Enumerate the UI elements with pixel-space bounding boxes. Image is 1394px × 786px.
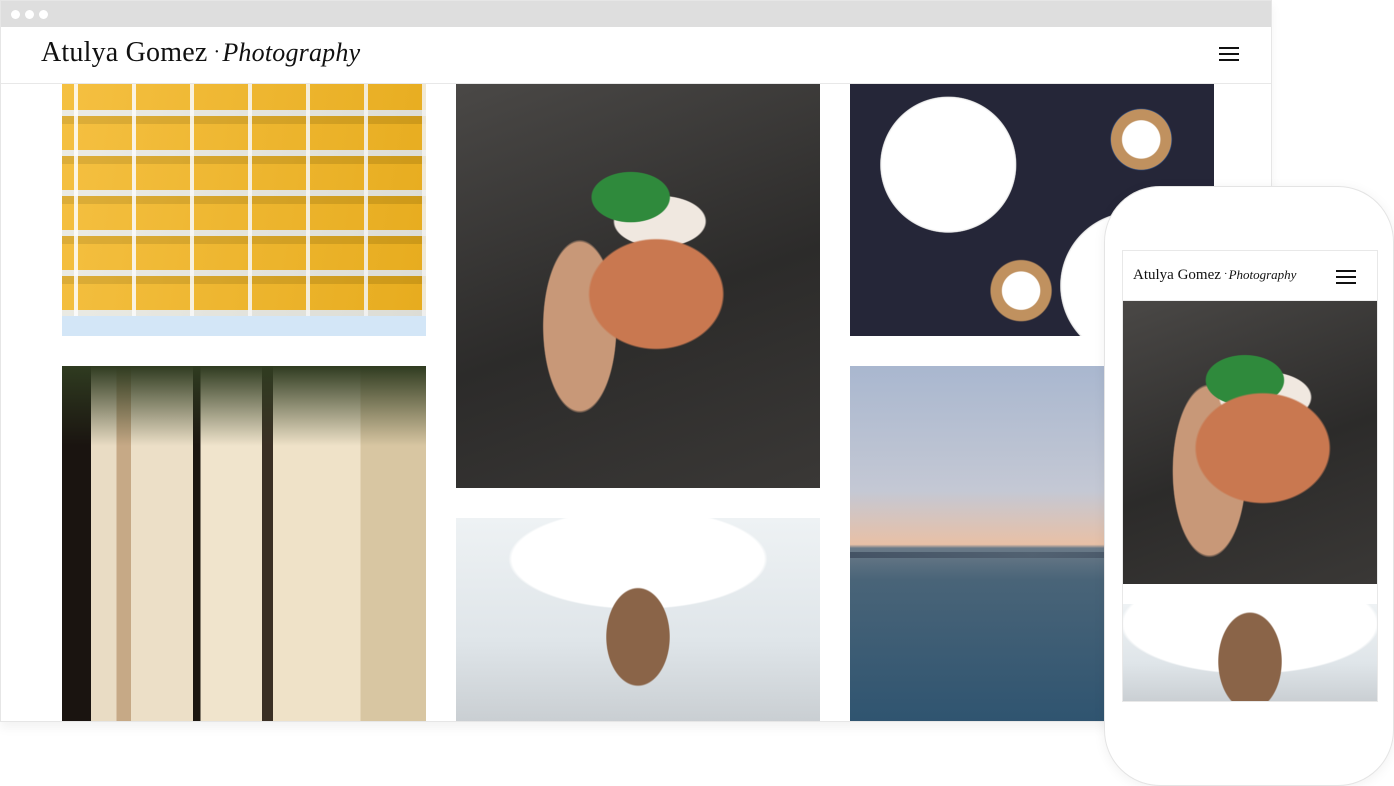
- gallery-photo-drink[interactable]: [456, 84, 820, 488]
- site-brand[interactable]: Atulya Gomez ·Photography: [41, 37, 360, 69]
- gallery-photo-building[interactable]: [62, 84, 426, 336]
- mobile-brand-separator: ·: [1223, 268, 1228, 280]
- window-control-dot[interactable]: [39, 10, 48, 19]
- mobile-site-header: Atulya Gomez ·Photography: [1123, 251, 1377, 301]
- mobile-gallery-photo-drink[interactable]: [1123, 301, 1377, 584]
- mobile-gallery-photo-girl[interactable]: [1123, 604, 1377, 701]
- brand-subtitle: Photography: [222, 38, 361, 67]
- brand-separator: ·: [213, 41, 221, 63]
- mobile-screen: Atulya Gomez ·Photography: [1122, 250, 1378, 702]
- mobile-hamburger-menu-icon[interactable]: [1334, 267, 1358, 285]
- window-control-dot[interactable]: [25, 10, 34, 19]
- hamburger-menu-icon[interactable]: [1215, 43, 1243, 67]
- brand-name: Atulya Gomez: [41, 37, 208, 68]
- gallery-photo-books[interactable]: [62, 366, 426, 721]
- window-control-dot[interactable]: [11, 10, 20, 19]
- desktop-browser-window: Atulya Gomez ·Photography: [0, 0, 1272, 722]
- mobile-site-brand[interactable]: Atulya Gomez ·Photography: [1133, 267, 1296, 284]
- mobile-brand-subtitle: Photography: [1228, 267, 1297, 282]
- gallery-photo-girl[interactable]: [456, 518, 820, 721]
- mobile-brand-name: Atulya Gomez: [1133, 267, 1221, 283]
- browser-titlebar: [1, 1, 1271, 27]
- site-header: Atulya Gomez ·Photography: [1, 27, 1271, 84]
- mobile-device-frame: Atulya Gomez ·Photography: [1104, 186, 1394, 786]
